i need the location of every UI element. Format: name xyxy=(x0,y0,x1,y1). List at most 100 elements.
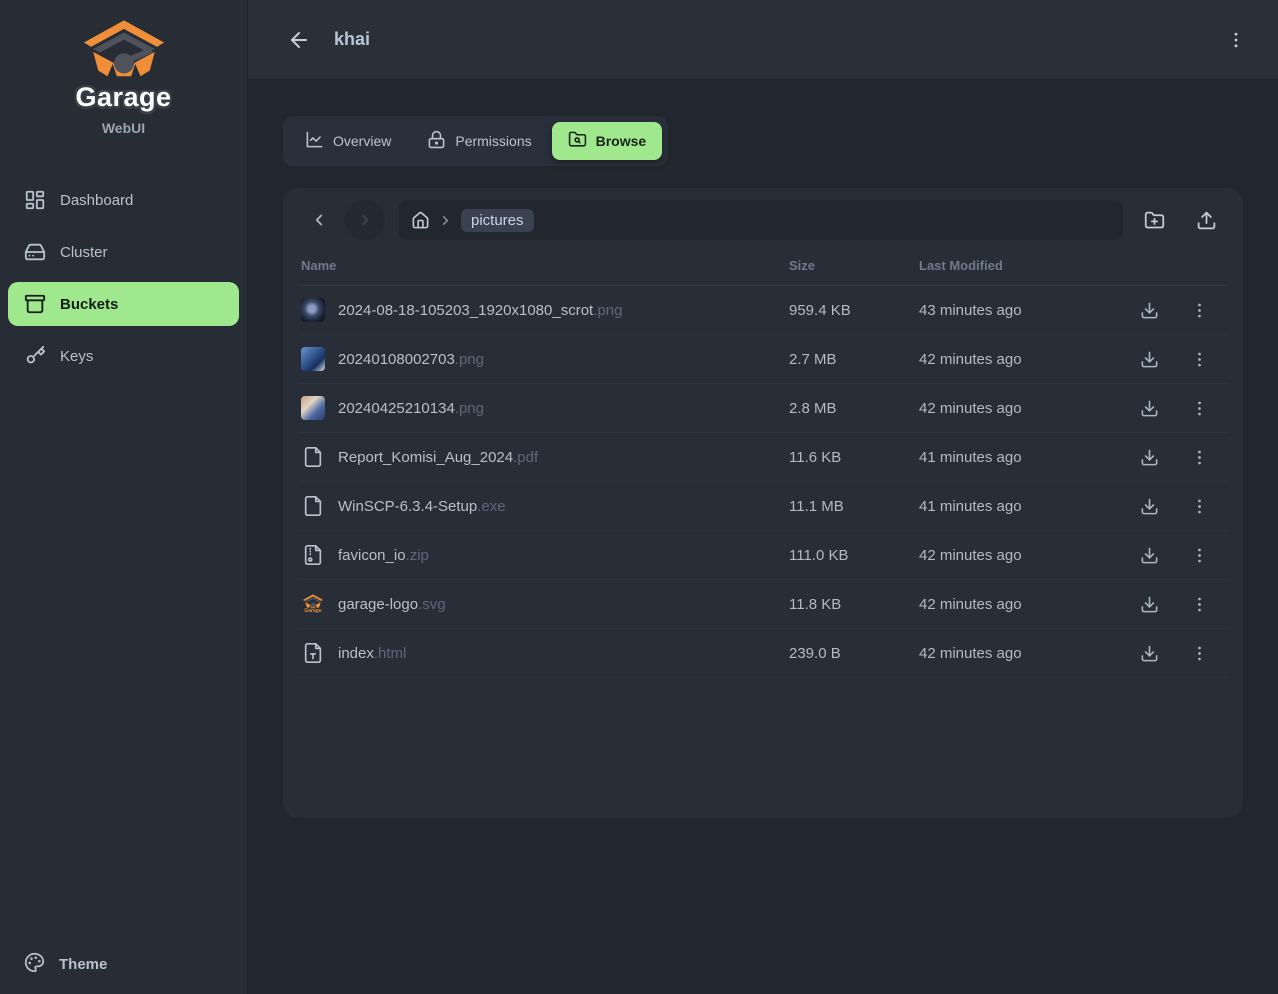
sidebar-item-label: Dashboard xyxy=(60,192,133,209)
breadcrumb-separator-icon xyxy=(438,213,453,228)
file-name-link[interactable]: 2024-08-18-105203_1920x1080_scrot.png xyxy=(338,302,622,319)
file-modified: 42 minutes ago xyxy=(919,596,1131,613)
download-button[interactable] xyxy=(1131,586,1167,622)
kebab-menu-icon xyxy=(1190,448,1209,467)
home-icon[interactable] xyxy=(411,211,430,230)
download-button[interactable] xyxy=(1131,488,1167,524)
file-row: Report_Komisi_Aug_2024.pdf 11.6 KB 41 mi… xyxy=(299,433,1227,482)
download-icon xyxy=(1140,497,1159,516)
lock-icon xyxy=(427,130,446,149)
file-modified: 42 minutes ago xyxy=(919,351,1131,368)
row-menu-button[interactable] xyxy=(1181,635,1217,671)
image-thumbnail xyxy=(301,298,325,322)
kebab-menu-icon xyxy=(1190,350,1209,369)
download-button[interactable] xyxy=(1131,439,1167,475)
file-row: Garage garage-logo.svg 11.8 KB 42 minute… xyxy=(299,580,1227,629)
download-button[interactable] xyxy=(1131,390,1167,426)
sidebar-nav: Dashboard Cluster Buckets Keys xyxy=(0,178,247,378)
download-icon xyxy=(1140,546,1159,565)
file-icon xyxy=(301,445,325,469)
row-menu-button[interactable] xyxy=(1181,586,1217,622)
app-subtitle: WebUI xyxy=(0,120,247,136)
file-text-icon xyxy=(302,642,324,664)
row-menu-button[interactable] xyxy=(1181,439,1217,475)
tab-overview[interactable]: Overview xyxy=(289,122,407,160)
file-extension: .png xyxy=(455,351,484,368)
svg-thumbnail: Garage xyxy=(301,594,325,614)
app-title: Garage xyxy=(0,82,247,113)
file-icon xyxy=(301,494,325,518)
file-table: Name Size Last Modified 2024-08-18-10520… xyxy=(299,246,1227,678)
page-header: khai xyxy=(248,0,1278,80)
file-name-link[interactable]: WinSCP-6.3.4-Setup.exe xyxy=(338,498,506,515)
download-button[interactable] xyxy=(1131,341,1167,377)
folder-search-icon xyxy=(568,130,587,149)
file-extension: .html xyxy=(374,645,407,662)
sidebar-item-dashboard[interactable]: Dashboard xyxy=(8,178,239,222)
browser-toolbar: pictures xyxy=(299,200,1227,240)
theme-button[interactable]: Theme xyxy=(8,942,239,986)
app-logo: Garage WebUI xyxy=(0,0,247,146)
breadcrumb-folder-pictures[interactable]: pictures xyxy=(461,209,534,232)
file-name-link[interactable]: Report_Komisi_Aug_2024.pdf xyxy=(338,449,538,466)
upload-icon xyxy=(1196,210,1217,231)
file-row: WinSCP-6.3.4-Setup.exe 11.1 MB 41 minute… xyxy=(299,482,1227,531)
file-name-link[interactable]: index.html xyxy=(338,645,406,662)
sidebar-item-cluster[interactable]: Cluster xyxy=(8,230,239,274)
page-title: khai xyxy=(334,29,370,50)
back-button[interactable] xyxy=(280,21,318,59)
upload-button[interactable] xyxy=(1185,200,1227,240)
download-button[interactable] xyxy=(1131,635,1167,671)
file-row: index.html 239.0 B 42 minutes ago xyxy=(299,629,1227,678)
overview-chart-icon xyxy=(305,130,324,149)
image-thumbnail xyxy=(301,347,325,371)
kebab-menu-icon xyxy=(1190,497,1209,516)
history-forward-button[interactable] xyxy=(345,200,385,240)
download-icon xyxy=(1140,301,1159,320)
file-modified: 42 minutes ago xyxy=(919,645,1131,662)
cluster-icon xyxy=(24,241,46,263)
tab-label: Permissions xyxy=(455,133,531,149)
file-archive-icon xyxy=(302,544,324,566)
file-size: 111.0 KB xyxy=(789,547,919,564)
file-modified: 41 minutes ago xyxy=(919,498,1131,515)
file-size: 239.0 B xyxy=(789,645,919,662)
theme-label: Theme xyxy=(59,956,107,973)
buckets-icon xyxy=(24,293,46,315)
kebab-menu-icon xyxy=(1190,301,1209,320)
download-icon xyxy=(1140,399,1159,418)
file-extension: .svg xyxy=(418,596,446,613)
sidebar-item-label: Cluster xyxy=(60,244,108,261)
row-menu-button[interactable] xyxy=(1181,390,1217,426)
file-row: favicon_io.zip 111.0 KB 42 minutes ago xyxy=(299,531,1227,580)
row-menu-button[interactable] xyxy=(1181,488,1217,524)
garage-logo-icon xyxy=(81,18,167,80)
row-menu-button[interactable] xyxy=(1181,537,1217,573)
tab-label: Browse xyxy=(596,133,647,149)
file-extension: .png xyxy=(455,400,484,417)
download-button[interactable] xyxy=(1131,537,1167,573)
column-header-name: Name xyxy=(301,258,789,273)
sidebar-item-keys[interactable]: Keys xyxy=(8,334,239,378)
file-name-link[interactable]: 20240108002703.png xyxy=(338,351,484,368)
row-menu-button[interactable] xyxy=(1181,292,1217,328)
tab-permissions[interactable]: Permissions xyxy=(411,122,547,160)
file-icon xyxy=(302,495,324,517)
file-name-link[interactable]: garage-logo.svg xyxy=(338,596,446,613)
file-name-link[interactable]: 20240425210134.png xyxy=(338,400,484,417)
file-extension: .exe xyxy=(477,498,505,515)
new-folder-button[interactable] xyxy=(1133,200,1175,240)
table-header-row: Name Size Last Modified xyxy=(299,246,1227,286)
file-extension: .pdf xyxy=(513,449,538,466)
file-icon xyxy=(302,446,324,468)
sidebar-item-label: Buckets xyxy=(60,296,118,313)
download-icon xyxy=(1140,644,1159,663)
header-menu-button[interactable] xyxy=(1218,22,1254,58)
row-menu-button[interactable] xyxy=(1181,341,1217,377)
sidebar-item-buckets[interactable]: Buckets xyxy=(8,282,239,326)
tab-browse[interactable]: Browse xyxy=(552,122,663,160)
file-size: 959.4 KB xyxy=(789,302,919,319)
history-back-button[interactable] xyxy=(299,200,339,240)
download-button[interactable] xyxy=(1131,292,1167,328)
file-name-link[interactable]: favicon_io.zip xyxy=(338,547,429,564)
